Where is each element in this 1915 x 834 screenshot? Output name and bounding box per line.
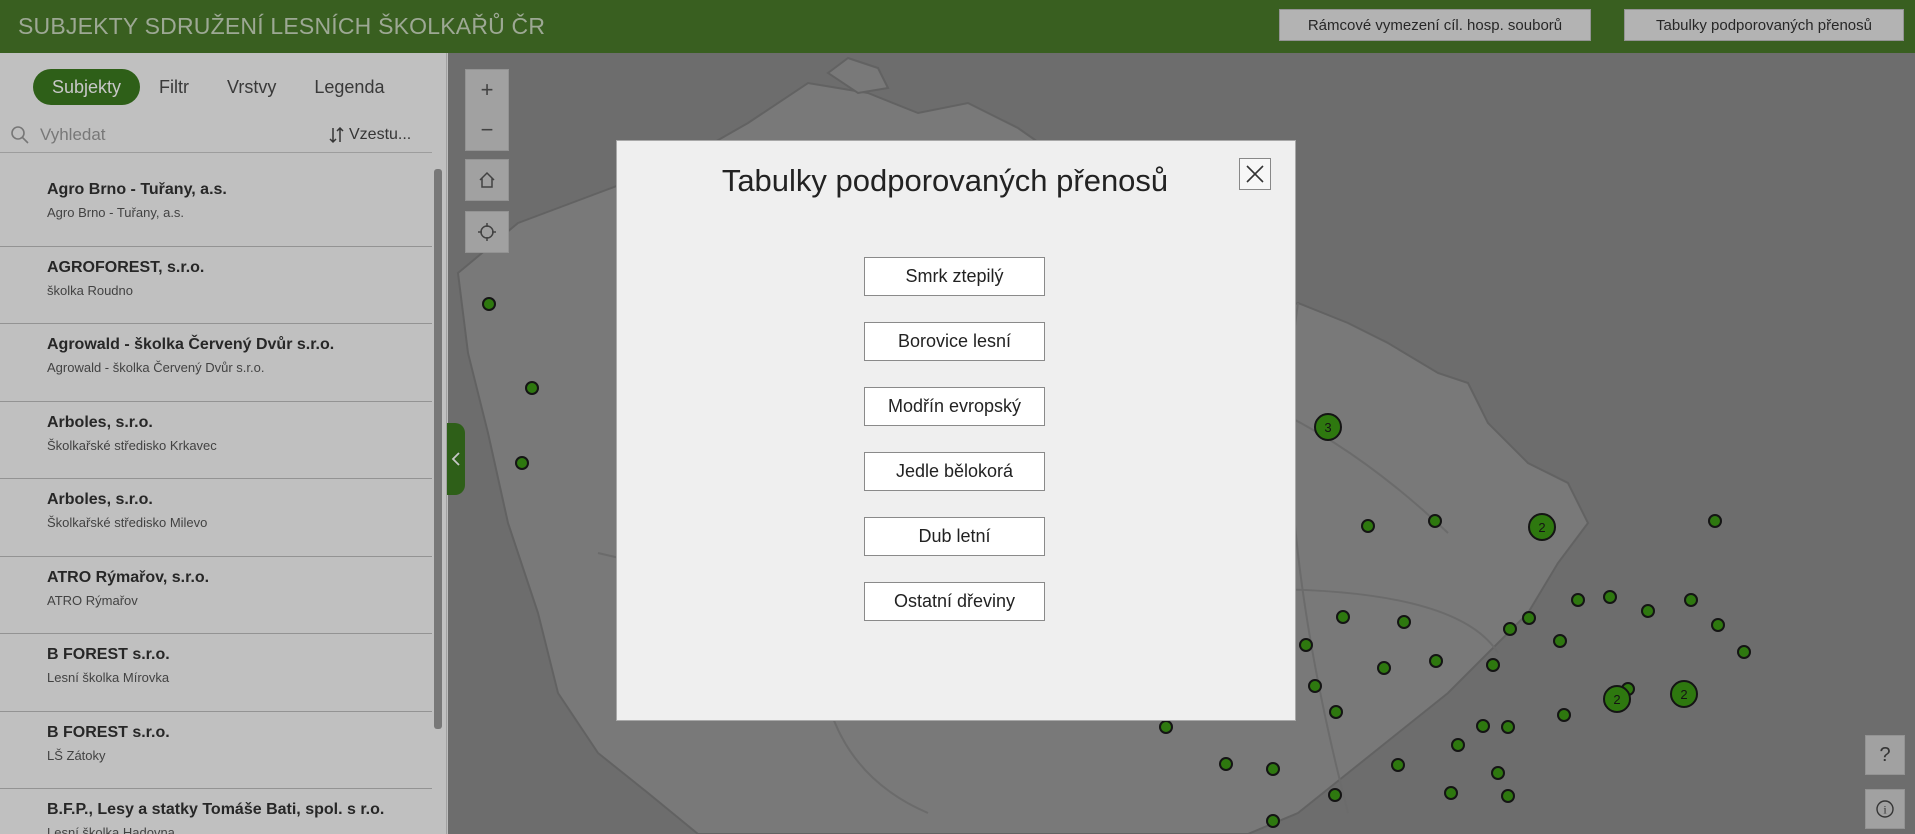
species-button-dub[interactable]: Dub letní bbox=[864, 517, 1045, 556]
supported-transfers-modal: Tabulky podporovaných přenosů Smrk ztepi… bbox=[616, 140, 1296, 721]
species-button-borovice[interactable]: Borovice lesní bbox=[864, 322, 1045, 361]
close-icon bbox=[1246, 165, 1264, 183]
species-button-smrk[interactable]: Smrk ztepilý bbox=[864, 257, 1045, 296]
species-button-jedle[interactable]: Jedle bělokorá bbox=[864, 452, 1045, 491]
species-button-ostatni[interactable]: Ostatní dřeviny bbox=[864, 582, 1045, 621]
close-button[interactable] bbox=[1239, 158, 1271, 190]
species-button-modrin[interactable]: Modřín evropský bbox=[864, 387, 1045, 426]
modal-title: Tabulky podporovaných přenosů bbox=[721, 163, 1169, 198]
